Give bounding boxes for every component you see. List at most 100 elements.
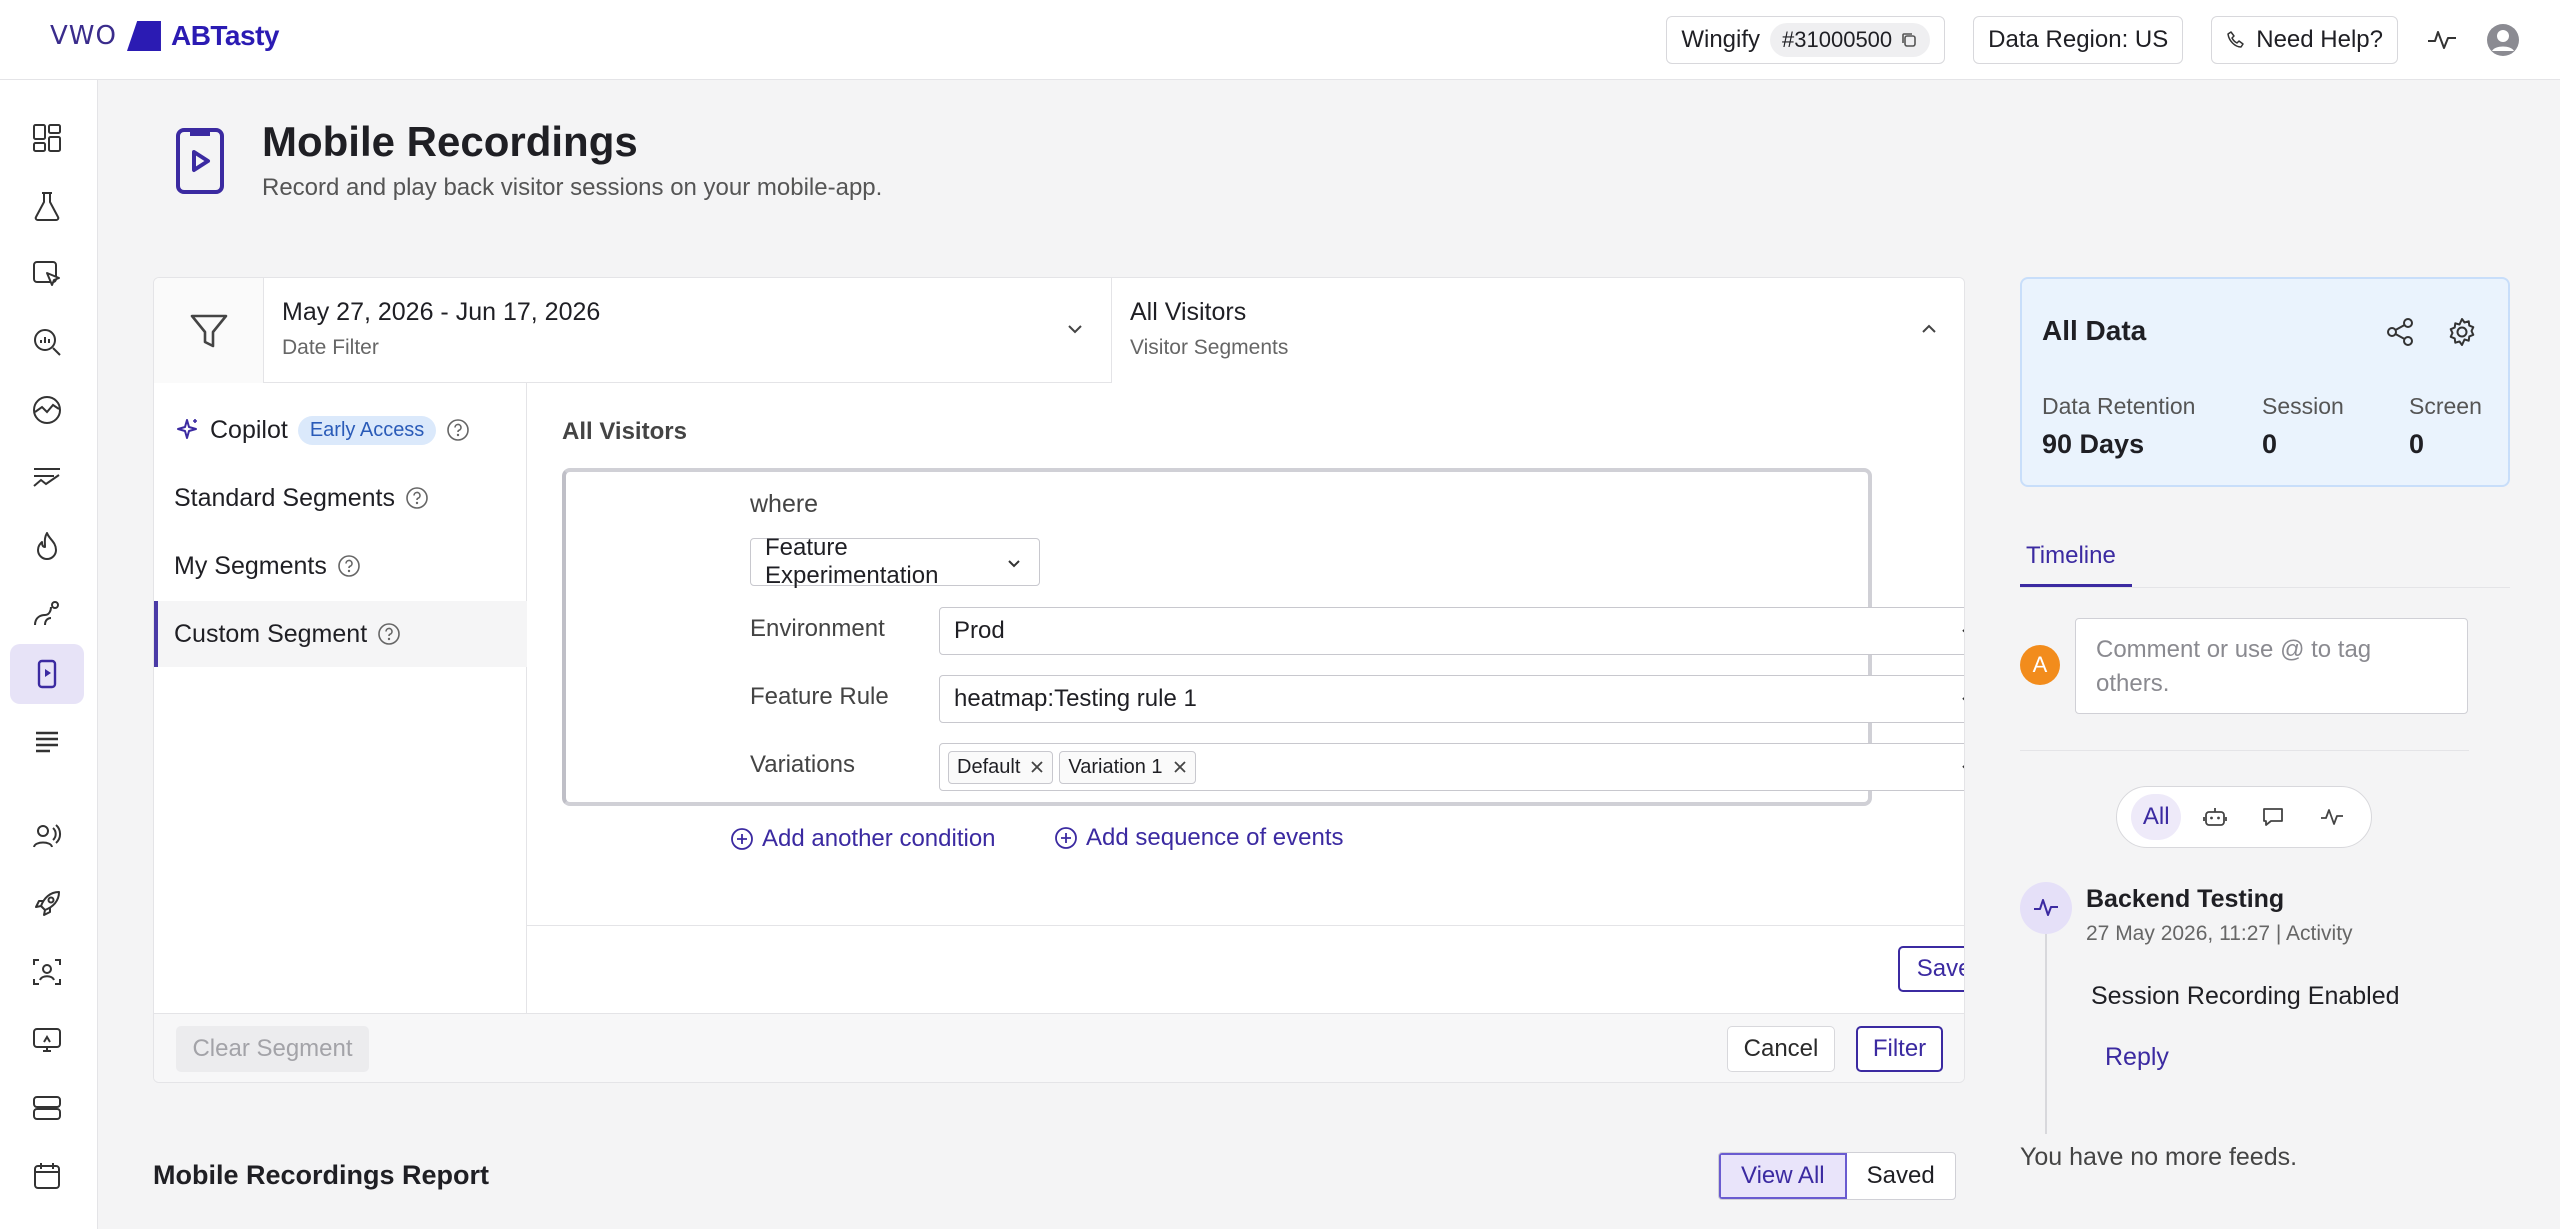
- nav-audience[interactable]: [10, 806, 84, 866]
- segment-value: All Visitors: [1130, 298, 1247, 326]
- feed-filter-bot[interactable]: [2190, 794, 2240, 840]
- account-id: #31000500: [1782, 27, 1893, 52]
- all-data-card: All Data Data Retention 90 Days Session …: [2020, 277, 2510, 487]
- variation-chip: Variation 1: [1059, 750, 1196, 784]
- segment-categories: Copilot Early Access Standard Segments M…: [154, 383, 527, 1013]
- feed-filter-all[interactable]: All: [2131, 794, 2182, 840]
- help-circle-icon[interactable]: [405, 486, 429, 510]
- help-circle-icon[interactable]: [337, 554, 361, 578]
- nav-screens[interactable]: [10, 1010, 84, 1070]
- data-retention-label: Data Retention: [2042, 393, 2196, 419]
- chevron-down-icon: [1962, 697, 1964, 701]
- nav-data[interactable]: [10, 1078, 84, 1138]
- personalize-icon: [33, 959, 61, 985]
- feed-filter-comments[interactable]: [2248, 794, 2298, 840]
- nav-mobile-recordings[interactable]: [10, 644, 84, 704]
- comment-input[interactable]: Comment or use @ to tag others.: [2075, 618, 2468, 714]
- server-icon: [33, 1096, 61, 1120]
- nav-surveys[interactable]: [10, 712, 84, 772]
- nav-calendar[interactable]: [10, 1146, 84, 1206]
- audience-icon: [33, 824, 62, 848]
- segment-custom[interactable]: Custom Segment: [154, 601, 527, 667]
- saved-tab[interactable]: Saved: [1847, 1153, 1955, 1199]
- need-help-button[interactable]: Need Help?: [2211, 16, 2398, 64]
- filter-panel: May 27, 2026 - Jun 17, 2026 Date Filter …: [153, 277, 1965, 1083]
- filter-footer: Clear Segment Cancel Filter: [154, 1013, 1964, 1082]
- help-circle-icon[interactable]: [446, 418, 470, 442]
- session-label: Session: [2262, 393, 2344, 419]
- nav-insights-select[interactable]: [10, 244, 84, 304]
- filter-button[interactable]: Filter: [1856, 1026, 1943, 1072]
- feature-rule-select[interactable]: heatmap:Testing rule 1: [939, 675, 1964, 723]
- brand-logo[interactable]: VWO ABTasty: [50, 20, 279, 52]
- segment-type-select[interactable]: Feature Experimentation: [750, 534, 1040, 589]
- nav-personalize[interactable]: [10, 942, 84, 1002]
- segment-my[interactable]: My Segments: [154, 533, 527, 599]
- nav-insights-search[interactable]: [10, 312, 84, 372]
- nav-funnels[interactable]: [10, 448, 84, 508]
- early-access-badge: Early Access: [297, 415, 437, 445]
- plus-circle-icon: [731, 828, 753, 850]
- all-data-title: All Data: [2042, 315, 2147, 346]
- environment-select[interactable]: Prod: [939, 607, 1964, 655]
- segment-editor: All Visitors All Visitors All Visitors A…: [527, 383, 1964, 1013]
- share-icon[interactable]: [2384, 316, 2416, 348]
- left-nav-sidebar: [0, 80, 98, 1229]
- timeline-tab[interactable]: Timeline: [2020, 542, 2132, 588]
- date-range-value: May 27, 2026 - Jun 17, 2026: [282, 298, 601, 326]
- close-icon[interactable]: [1173, 760, 1187, 774]
- date-filter-dropdown[interactable]: May 27, 2026 - Jun 17, 2026 Date Filter: [264, 278, 1112, 383]
- gear-icon[interactable]: [2446, 316, 2478, 348]
- account-switcher[interactable]: Wingify #31000500: [1666, 16, 1946, 64]
- nav-dashboard[interactable]: [10, 108, 84, 168]
- comment-icon: [2263, 808, 2284, 826]
- nav-testing[interactable]: [10, 176, 84, 236]
- dashboard-icon: [33, 124, 61, 152]
- feed-meta: 27 May 2026, 11:27 | Activity: [2086, 922, 2353, 945]
- page-subtitle: Record and play back visitor sessions on…: [262, 174, 883, 201]
- copy-icon[interactable]: [1900, 31, 1918, 49]
- vwo-logo-text: VWO: [50, 21, 117, 51]
- reply-link[interactable]: Reply: [2105, 1043, 2169, 1072]
- activity-pulse-icon[interactable]: [2426, 24, 2458, 56]
- cancel-button[interactable]: Cancel: [1727, 1026, 1835, 1072]
- segment-copilot[interactable]: Copilot Early Access: [154, 397, 527, 463]
- session-value: 0: [2262, 429, 2278, 459]
- help-circle-icon[interactable]: [377, 622, 401, 646]
- close-icon[interactable]: [1030, 760, 1044, 774]
- no-more-feeds: You have no more feeds.: [2020, 1143, 2298, 1171]
- segment-standard[interactable]: Standard Segments: [154, 465, 527, 531]
- custom-segment-label: Custom Segment: [174, 619, 368, 648]
- view-all-tab[interactable]: View All: [1719, 1153, 1847, 1199]
- top-bar: VWO ABTasty Wingify #31000500 Data Regio…: [0, 0, 2560, 80]
- add-condition-link[interactable]: Add another condition: [730, 825, 996, 853]
- segment-label: Visitor Segments: [1130, 336, 1289, 359]
- nav-deploy[interactable]: [10, 874, 84, 934]
- report-view-toggle: View All Saved: [1718, 1152, 1956, 1200]
- visitor-segments-dropdown[interactable]: All Visitors Visitor Segments: [1112, 278, 1964, 383]
- nav-analytics[interactable]: [10, 380, 84, 440]
- nav-journeys[interactable]: [10, 584, 84, 644]
- feed-connector-line: [2045, 934, 2047, 1134]
- feed-filter-activity[interactable]: [2307, 794, 2357, 840]
- feature-rule-value: heatmap:Testing rule 1: [954, 685, 1197, 712]
- phone-icon: [2227, 31, 2244, 48]
- mobile-recording-icon: [37, 659, 57, 689]
- variations-multiselect[interactable]: Default Variation 1: [939, 743, 1964, 791]
- need-help-label: Need Help?: [2256, 26, 2383, 53]
- divider: [2020, 750, 2469, 751]
- nav-heatmaps[interactable]: [10, 516, 84, 576]
- clear-segment-button[interactable]: Clear Segment: [176, 1026, 369, 1072]
- variations-label: Variations: [750, 751, 855, 778]
- avatar: A: [2020, 645, 2060, 685]
- sparkle-icon: [177, 419, 197, 439]
- add-sequence-link[interactable]: Add sequence of events: [1054, 824, 1344, 852]
- save-segment-button[interactable]: Save Segment: [1898, 946, 1964, 992]
- user-avatar-icon[interactable]: [2486, 23, 2520, 57]
- variation-chip: Default: [948, 750, 1054, 784]
- feed-body: Session Recording Enabled: [2091, 982, 2400, 1010]
- my-segments-label: My Segments: [174, 551, 327, 580]
- filter-toggle[interactable]: [154, 278, 264, 383]
- data-region-button[interactable]: Data Region: US: [1973, 16, 2184, 64]
- segment-type-value: Feature Experimentation: [765, 534, 939, 589]
